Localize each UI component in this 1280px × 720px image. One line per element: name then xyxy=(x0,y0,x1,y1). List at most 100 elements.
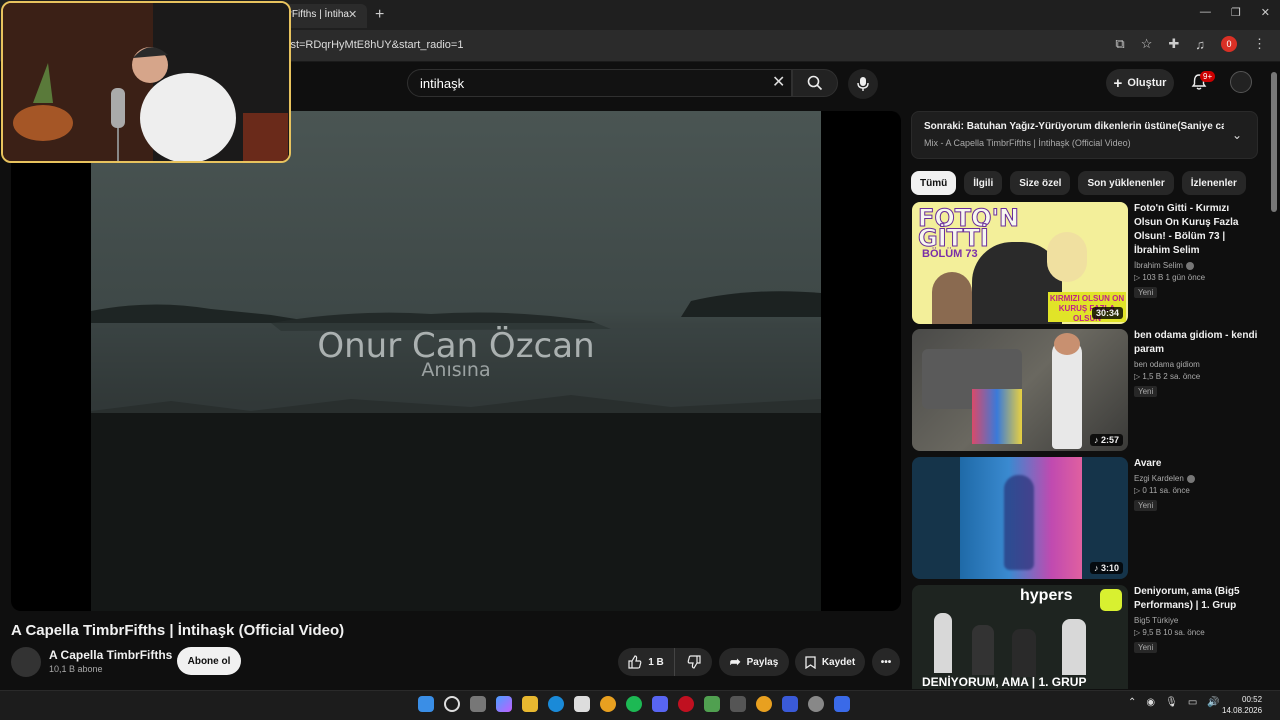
thumbnail-person xyxy=(1047,232,1087,282)
cast-icon[interactable]: ⧉ xyxy=(1115,36,1124,52)
file-explorer-icon[interactable] xyxy=(522,696,538,712)
video-overlay-subtitle: Anısına xyxy=(421,359,491,381)
microphone-tray-icon[interactable]: 🎙 xyxy=(1165,697,1178,708)
chip-for-you[interactable]: Size özel xyxy=(1010,171,1071,195)
rec-title[interactable]: Foto'n Gitti - Kırmızı Olsun On Kuruş Fa… xyxy=(1134,202,1259,258)
bookmark-star-icon[interactable]: ☆ xyxy=(1141,36,1153,52)
menu-icon[interactable]: ⋮ xyxy=(1253,36,1266,52)
thumbnail-text: BÖLÜM 73 xyxy=(922,248,978,260)
extension-badge[interactable]: 0 xyxy=(1221,36,1237,52)
rec-title[interactable]: Deniyorum, ama (Big5 Performans) | 1. Gr… xyxy=(1134,585,1259,613)
more-actions-icon[interactable]: ••• xyxy=(872,648,900,676)
like-button[interactable]: 1 B xyxy=(618,648,674,676)
channel-avatar[interactable] xyxy=(11,647,41,677)
close-window-icon[interactable]: ✕ xyxy=(1261,6,1270,19)
clear-search-icon[interactable]: ✕ xyxy=(772,72,785,92)
network-icon[interactable]: ▭ xyxy=(1188,697,1197,708)
store-icon[interactable] xyxy=(574,696,590,712)
rec-meta: ▷ 103 B 1 gün önce xyxy=(1134,273,1259,282)
thumbnail-person xyxy=(1062,619,1086,675)
minimize-icon[interactable]: — xyxy=(1200,6,1211,19)
search-input[interactable]: intihaşk xyxy=(407,69,792,97)
edge-icon[interactable] xyxy=(548,696,564,712)
rec-channel[interactable]: İbrahim Selim xyxy=(1134,261,1259,270)
notifications-badge: 9+ xyxy=(1200,71,1216,82)
close-tab-icon[interactable]: ✕ xyxy=(348,8,357,21)
thumbnail-logo xyxy=(1100,589,1122,611)
share-button[interactable]: ➦ Paylaş xyxy=(719,648,789,676)
system-tray: ⌃ ◉ 🎙 ▭ 🔊 xyxy=(1128,697,1220,708)
account-avatar[interactable] xyxy=(1230,71,1252,93)
recommendation-item[interactable]: ♪ 2:57 ben odama gidiom - kendi param be… xyxy=(912,329,1262,451)
tray-chevron-icon[interactable]: ⌃ xyxy=(1128,697,1136,708)
music-note-icon: ♪ xyxy=(1093,563,1101,573)
url-field[interactable]: ist=RDqrHyMtE8hUY&start_radio=1 xyxy=(288,39,463,51)
chevron-down-icon[interactable]: ⌄ xyxy=(1232,128,1242,142)
video-duration: 30:34 xyxy=(1091,307,1123,319)
video-thumbnail[interactable]: hypers DENİYORUM, AMA | 1. GRUP xyxy=(912,585,1128,689)
dislike-button[interactable] xyxy=(674,648,712,676)
taskbar-search-icon[interactable] xyxy=(444,696,460,712)
video-thumbnail[interactable]: ♪ 2:57 xyxy=(912,329,1128,451)
chip-recently-uploaded[interactable]: Son yüklenenler xyxy=(1078,171,1174,195)
chrome-icon[interactable] xyxy=(600,696,616,712)
save-button[interactable]: Kaydet xyxy=(795,648,865,676)
maximize-icon[interactable]: ❐ xyxy=(1231,6,1241,19)
recommendation-item[interactable]: FOTO'N GİTTİ BÖLÜM 73 KIRMIZI OLSUN ON K… xyxy=(912,202,1262,324)
address-bar-icons: ⧉ ☆ ✚ ♫ 0 ⋮ xyxy=(1115,36,1266,52)
create-button[interactable]: + Oluştur xyxy=(1106,69,1174,97)
up-next-subtitle: Mix - A Capella TimbrFifths | İntihaşk (… xyxy=(924,138,1131,148)
recommendation-item[interactable]: ♪ 3:10 Avare Ezgi Kardelen ▷ 0 11 sa. ön… xyxy=(912,457,1262,579)
channel-name[interactable]: A Capella TimbrFifths xyxy=(49,648,172,662)
chip-all[interactable]: Tümü xyxy=(911,171,957,195)
thumbnail-person xyxy=(1052,339,1082,449)
rec-meta: ▷ 1,5 B 2 sa. önce xyxy=(1134,372,1259,381)
new-badge: Yeni xyxy=(1134,642,1158,653)
video-player[interactable]: Onur Can Özcan Anısına xyxy=(11,111,901,611)
chip-watched[interactable]: İzlenenler xyxy=(1181,171,1246,195)
task-view-icon[interactable] xyxy=(470,696,486,712)
new-badge: Yeni xyxy=(1134,386,1158,397)
rec-title[interactable]: ben odama gidiom - kendi param xyxy=(1134,329,1259,357)
discord-icon[interactable] xyxy=(652,696,668,712)
share-label: Paylaş xyxy=(746,656,779,668)
windows-start-icon[interactable] xyxy=(418,696,434,712)
copilot-icon[interactable] xyxy=(496,696,512,712)
scrollbar-thumb[interactable] xyxy=(1271,72,1277,212)
spotify-icon[interactable] xyxy=(626,696,642,712)
tray-app-icon[interactable]: ◉ xyxy=(1146,697,1155,708)
chip-related[interactable]: İlgili xyxy=(964,171,1003,195)
rec-channel[interactable]: ben odama gidiom xyxy=(1134,360,1259,369)
taskbar-clock[interactable]: 00:52 14.08.2026 xyxy=(1222,694,1262,716)
volume-icon[interactable]: 🔊 xyxy=(1207,697,1219,708)
rec-channel-name: Big5 Türkiye xyxy=(1134,616,1179,625)
app-icon[interactable] xyxy=(834,696,850,712)
new-badge: Yeni xyxy=(1134,287,1158,298)
rec-channel[interactable]: Big5 Türkiye xyxy=(1134,616,1259,625)
up-next-panel[interactable]: Sonraki: Batuhan Yağız-Yürüyorum dikenle… xyxy=(911,111,1258,159)
search-button[interactable] xyxy=(792,69,838,97)
rec-channel[interactable]: Ezgi Kardelen xyxy=(1134,474,1259,483)
chrome-active-icon[interactable] xyxy=(756,696,772,712)
app-icon[interactable] xyxy=(730,696,746,712)
subscribe-button[interactable]: Abone ol xyxy=(177,647,241,675)
thumbnail-person xyxy=(1012,629,1036,677)
video-title: A Capella TimbrFifths | İntihaşk (Offici… xyxy=(11,622,345,639)
extensions-icon[interactable]: ✚ xyxy=(1168,36,1179,52)
thumbnail-text: DENİYORUM, AMA | 1. GRUP xyxy=(922,675,1087,689)
app-icon[interactable] xyxy=(704,696,720,712)
rec-meta-text: 0 11 sa. önce xyxy=(1142,486,1190,495)
recommendation-item[interactable]: hypers DENİYORUM, AMA | 1. GRUP Deniyoru… xyxy=(912,585,1262,689)
opera-icon[interactable] xyxy=(678,696,694,712)
new-tab-icon[interactable]: + xyxy=(375,6,384,24)
bookmark-icon xyxy=(805,655,816,669)
app-icon[interactable] xyxy=(808,696,824,712)
video-thumbnail[interactable]: ♪ 3:10 xyxy=(912,457,1128,579)
video-thumbnail[interactable]: FOTO'N GİTTİ BÖLÜM 73 KIRMIZI OLSUN ON K… xyxy=(912,202,1128,324)
vscode-icon[interactable] xyxy=(782,696,798,712)
media-icon[interactable]: ♫ xyxy=(1195,37,1205,52)
voice-search-button[interactable] xyxy=(848,69,878,99)
video-duration: ♪ 3:10 xyxy=(1089,562,1123,574)
rec-title[interactable]: Avare xyxy=(1134,457,1259,471)
thumbs-up-icon xyxy=(628,655,642,669)
